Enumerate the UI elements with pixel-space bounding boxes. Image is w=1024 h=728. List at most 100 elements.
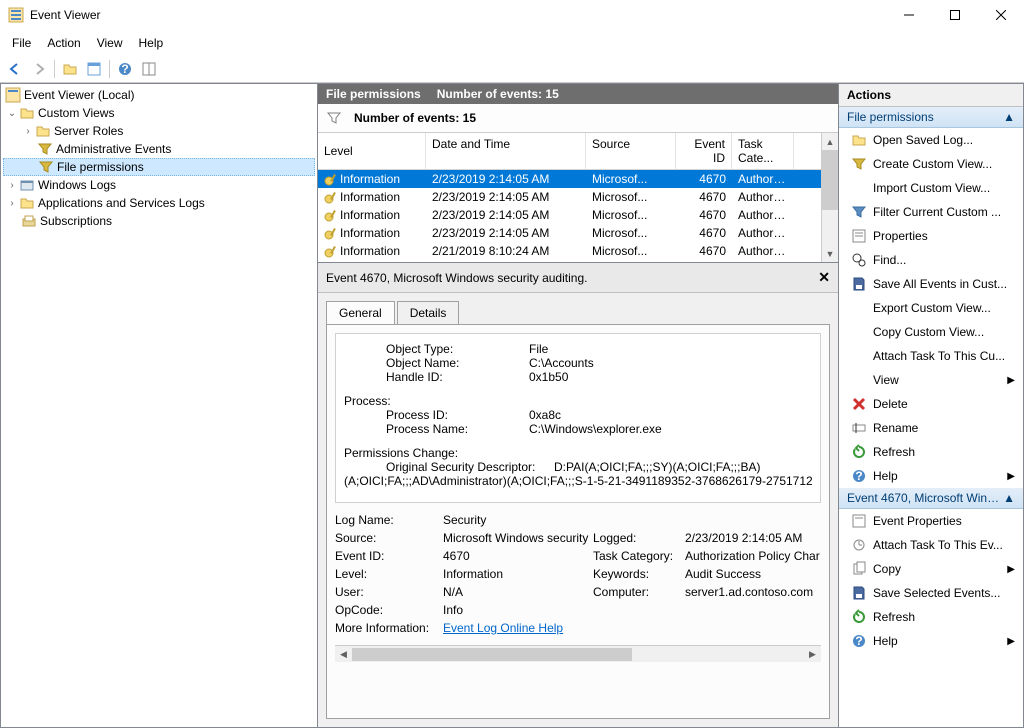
action-filter-current[interactable]: Filter Current Custom ...	[839, 200, 1023, 224]
scroll-down-icon[interactable]: ▼	[822, 245, 838, 262]
actions-title: Actions	[839, 84, 1023, 107]
expand-icon[interactable]: ›	[5, 180, 19, 191]
copy-icon	[851, 561, 867, 577]
tree-subscriptions[interactable]: Subscriptions	[3, 212, 315, 230]
action-save-all[interactable]: Save All Events in Cust...	[839, 272, 1023, 296]
action-open-saved-log[interactable]: Open Saved Log...	[839, 128, 1023, 152]
action-delete[interactable]: Delete	[839, 392, 1023, 416]
filter-icon	[326, 110, 342, 126]
event-row[interactable]: Information2/21/2019 8:10:24 AMMicrosof.…	[318, 242, 821, 260]
event-row[interactable]: Information2/23/2019 2:14:05 AMMicrosof.…	[318, 170, 821, 188]
event-row[interactable]: Information2/23/2019 2:14:05 AMMicrosof.…	[318, 206, 821, 224]
help-icon: ?	[851, 633, 867, 649]
tree-root[interactable]: Event Viewer (Local)	[3, 86, 315, 104]
collapse-icon[interactable]: ⌄	[5, 108, 19, 119]
svg-text:?: ?	[855, 469, 862, 483]
filter-row: Number of events: 15	[318, 104, 838, 133]
rename-icon	[851, 420, 867, 436]
menu-help[interactable]: Help	[131, 32, 172, 54]
filter-icon	[851, 156, 867, 172]
tb-pane-icon[interactable]	[138, 58, 160, 80]
action-save-selected[interactable]: Save Selected Events...	[839, 581, 1023, 605]
col-id[interactable]: Event ID	[676, 133, 732, 169]
forward-button[interactable]	[28, 58, 50, 80]
actions-section-filepermissions[interactable]: File permissions▲	[839, 107, 1023, 128]
action-view[interactable]: View▶	[839, 368, 1023, 392]
menu-file[interactable]: File	[4, 32, 39, 54]
action-export-custom[interactable]: Export Custom View...	[839, 296, 1023, 320]
action-help[interactable]: ?Help▶	[839, 464, 1023, 488]
scroll-left-icon[interactable]: ◀	[335, 649, 352, 660]
delete-icon	[851, 396, 867, 412]
attach-icon	[851, 537, 867, 553]
action-copy[interactable]: Copy▶	[839, 557, 1023, 581]
col-source[interactable]: Source	[586, 133, 676, 169]
col-level[interactable]: Level	[318, 133, 426, 169]
minimize-button[interactable]	[886, 0, 932, 30]
action-attach-task[interactable]: Attach Task To This Cu...	[839, 344, 1023, 368]
center-title: File permissions	[326, 87, 421, 101]
save-icon	[851, 585, 867, 601]
event-row[interactable]: Information2/23/2019 2:14:05 AMMicrosof.…	[318, 224, 821, 242]
tree-app-service-logs[interactable]: › Applications and Services Logs	[3, 194, 315, 212]
tree-file-permissions[interactable]: File permissions	[3, 158, 315, 176]
close-button[interactable]	[978, 0, 1024, 30]
menu-action[interactable]: Action	[39, 32, 88, 54]
center-count: Number of events: 15	[437, 87, 559, 101]
tab-details[interactable]: Details	[397, 301, 460, 324]
action-rename[interactable]: Rename	[839, 416, 1023, 440]
col-task[interactable]: Task Cate...	[732, 133, 794, 169]
action-event-properties[interactable]: Event Properties	[839, 509, 1023, 533]
svg-text:?: ?	[121, 62, 128, 76]
refresh-icon	[851, 609, 867, 625]
window-title: Event Viewer	[30, 8, 100, 22]
detail-close-button[interactable]: ✕	[818, 269, 830, 286]
maximize-button[interactable]	[932, 0, 978, 30]
filter-text: Number of events: 15	[354, 111, 476, 125]
col-date[interactable]: Date and Time	[426, 133, 586, 169]
tab-general[interactable]: General	[326, 301, 395, 324]
find-icon	[851, 252, 867, 268]
action-refresh[interactable]: Refresh	[839, 440, 1023, 464]
tree-server-roles[interactable]: › Server Roles	[3, 122, 315, 140]
tree-windows-logs[interactable]: › Windows Logs	[3, 176, 315, 194]
action-help-event[interactable]: ?Help▶	[839, 629, 1023, 653]
tree-custom-views[interactable]: ⌄ Custom Views	[3, 104, 315, 122]
folder-icon	[19, 105, 35, 121]
tree-admin-events[interactable]: Administrative Events	[3, 140, 315, 158]
event-list-header[interactable]: Level Date and Time Source Event ID Task…	[318, 133, 821, 170]
tb-help-icon[interactable]: ?	[114, 58, 136, 80]
expand-icon[interactable]: ›	[21, 126, 35, 137]
collapse-icon: ▲	[1003, 491, 1015, 505]
folder-icon	[19, 195, 35, 211]
navigation-tree[interactable]: Event Viewer (Local) ⌄ Custom Views › Se…	[0, 83, 318, 728]
action-attach-task-event[interactable]: Attach Task To This Ev...	[839, 533, 1023, 557]
detail-header: Event 4670, Microsoft Windows security a…	[318, 263, 838, 293]
eventviewer-icon	[5, 87, 21, 103]
detail-hscroll[interactable]: ◀ ▶	[335, 645, 821, 662]
help-icon: ?	[851, 468, 867, 484]
event-row[interactable]: Information2/23/2019 2:14:05 AMMicrosof.…	[318, 188, 821, 206]
online-help-link[interactable]: Event Log Online Help	[443, 621, 563, 635]
refresh-icon	[851, 444, 867, 460]
action-properties[interactable]: Properties	[839, 224, 1023, 248]
list-scrollbar[interactable]: ▲ ▼	[821, 133, 838, 262]
expand-icon[interactable]: ›	[5, 198, 19, 209]
scroll-right-icon[interactable]: ▶	[804, 649, 821, 660]
actions-pane: Actions File permissions▲ Open Saved Log…	[838, 83, 1024, 728]
action-create-custom-view[interactable]: Create Custom View...	[839, 152, 1023, 176]
action-import-custom-view[interactable]: Import Custom View...	[839, 176, 1023, 200]
menu-view[interactable]: View	[89, 32, 131, 54]
properties-icon	[851, 228, 867, 244]
action-refresh-event[interactable]: Refresh	[839, 605, 1023, 629]
tb-folder-icon[interactable]	[59, 58, 81, 80]
actions-section-event[interactable]: Event 4670, Microsoft Wind...▲	[839, 488, 1023, 509]
back-button[interactable]	[4, 58, 26, 80]
subscriptions-icon	[21, 213, 37, 229]
filter-icon	[38, 159, 54, 175]
action-find[interactable]: Find...	[839, 248, 1023, 272]
scroll-up-icon[interactable]: ▲	[822, 133, 838, 150]
action-copy-custom[interactable]: Copy Custom View...	[839, 320, 1023, 344]
tb-props-icon[interactable]	[83, 58, 105, 80]
svg-text:?: ?	[855, 634, 862, 648]
